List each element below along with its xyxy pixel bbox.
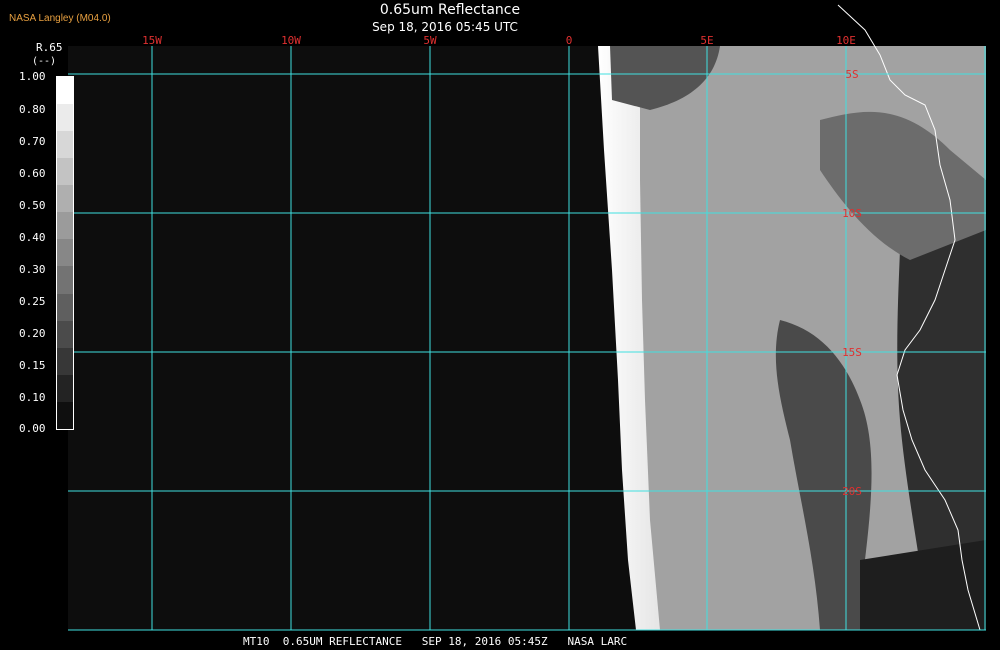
colorbar-tick-label: 0.60 [19,167,46,180]
colorbar-step [57,266,73,294]
timestamp: Sep 18, 2016 05:45 UTC [372,20,518,34]
colorbar-variable: R.65 [36,41,63,54]
colorbar-unit: (--) [32,56,57,67]
colorbar-step [57,158,73,186]
colorbar-tick-label: 0.15 [19,359,46,372]
colorbar-step [57,104,73,132]
colorbar-tick-label: 0.25 [19,295,46,308]
colorbar-step [57,212,73,240]
page-title: 0.65um Reflectance [379,2,521,18]
colorbar-tick-label: 0.10 [19,391,46,404]
latitude-label: 10S [842,207,862,220]
colorbar-tick-label: 0.30 [19,263,46,276]
latitude-label: 15S [842,346,862,359]
colorbar-step [57,77,73,105]
colorbar-step [57,401,73,429]
colorbar-tick-label: 0.80 [19,103,46,116]
colorbar-tick-label: 0.40 [19,231,46,244]
colorbar-tick-label: 1.00 [19,70,46,83]
longitude-label: 0 [566,34,573,47]
longitude-label: 5E [700,34,713,47]
longitude-label: 5W [423,34,437,47]
colorbar-tick-label: 0.00 [19,422,46,435]
colorbar-step [57,239,73,267]
longitude-label: 10W [281,34,301,47]
footer-caption: MT10 0.65UM REFLECTANCE SEP 18, 2016 05:… [243,635,628,648]
longitude-label: 10E [836,34,856,47]
latitude-label: 20S [842,485,862,498]
satellite-map: 15W 10W 5W 0 5E 10E 5S 10S 15S 20S [68,4,986,631]
colorbar-step [57,293,73,321]
colorbar-step [57,185,73,213]
colorbar-tick-label: 0.50 [19,199,46,212]
colorbar-step [57,131,73,159]
colorbar-tick-label: 0.20 [19,327,46,340]
latitude-label: 5S [845,68,858,81]
longitude-label: 15W [142,34,162,47]
colorbar [56,76,74,430]
colorbar-step [57,320,73,348]
colorbar-step [57,374,73,402]
colorbar-tick-label: 0.70 [19,135,46,148]
colorbar-step [57,347,73,375]
